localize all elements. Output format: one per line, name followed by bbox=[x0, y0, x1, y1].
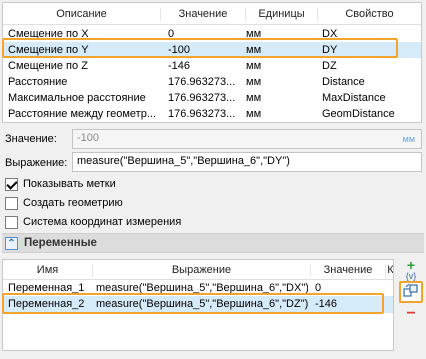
column-header-expression[interactable]: Выражение bbox=[93, 264, 311, 277]
measurement-cs-label: Система координат измерения bbox=[23, 216, 182, 228]
row-highlight-frame bbox=[2, 38, 398, 58]
cell-value: 176.963273... bbox=[168, 76, 236, 88]
value-label: Значение: bbox=[5, 133, 57, 145]
column-header-description[interactable]: Описание bbox=[3, 8, 161, 21]
parameters-table: Описание Значение Единицы Свойство Смеще… bbox=[2, 2, 422, 123]
cell-units: мм bbox=[246, 108, 262, 120]
cell-description: Максимальное расстояние bbox=[8, 92, 146, 104]
create-geometry-label: Создать геометрию bbox=[23, 197, 123, 209]
cell-property: MaxDistance bbox=[322, 92, 386, 104]
cell-value: 176.963273... bbox=[168, 108, 236, 120]
cell-property: Distance bbox=[322, 76, 365, 88]
expression-label: Выражение: bbox=[5, 157, 68, 169]
expression-input[interactable]: measure("Вершина_5","Вершина_6","DY") bbox=[72, 152, 422, 172]
column-header-value[interactable]: Значение bbox=[161, 8, 246, 21]
table-row[interactable]: Расстояние 176.963273... мм Distance bbox=[3, 74, 421, 90]
table-row[interactable]: Расстояние между геометр... 176.963273..… bbox=[3, 106, 421, 122]
variables-section-title: Переменные bbox=[24, 237, 97, 249]
checkbox-box[interactable] bbox=[5, 216, 18, 229]
add-variable-button[interactable]: + {v} bbox=[402, 257, 420, 281]
cell-units: мм bbox=[246, 92, 262, 104]
column-header-k[interactable]: К bbox=[386, 264, 393, 277]
cell-description: Расстояние между геометр... bbox=[8, 108, 157, 120]
minus-icon: − bbox=[406, 305, 416, 322]
variable-icon: {v} bbox=[405, 271, 417, 281]
cell-units: мм bbox=[246, 76, 262, 88]
replace-variable-button[interactable] bbox=[399, 281, 423, 303]
cell-property: DZ bbox=[322, 60, 337, 72]
cell-units: мм bbox=[246, 60, 262, 72]
column-header-value[interactable]: Значение bbox=[311, 264, 386, 277]
variables-section-header[interactable]: ⌃ Переменные bbox=[2, 233, 424, 253]
value-field-text: -100 bbox=[77, 132, 100, 144]
remove-variable-button[interactable]: − bbox=[402, 306, 420, 324]
collapse-icon[interactable]: ⌃ bbox=[5, 237, 18, 250]
cell-value: -146 bbox=[168, 60, 191, 72]
checkbox-box[interactable] bbox=[5, 178, 18, 191]
value-unit: мм bbox=[402, 134, 415, 144]
table-row[interactable]: Максимальное расстояние 176.963273... мм… bbox=[3, 90, 421, 106]
table-row[interactable]: Смещение по Z -146 мм DZ bbox=[3, 58, 421, 74]
variables-table-header: Имя Выражение Значение К bbox=[3, 260, 393, 280]
checkbox-box[interactable] bbox=[5, 197, 18, 210]
show-labels-label: Показывать метки bbox=[23, 178, 116, 190]
value-field: -100 мм bbox=[72, 129, 422, 149]
plus-icon: + bbox=[406, 257, 416, 273]
parameters-table-header: Описание Значение Единицы Свойство bbox=[3, 3, 421, 25]
cell-description: Смещение по Z bbox=[8, 60, 88, 72]
swap-icon bbox=[403, 283, 418, 297]
cell-description: Расстояние bbox=[8, 76, 68, 88]
column-header-property[interactable]: Свойство bbox=[318, 8, 421, 21]
cell-property: GeomDistance bbox=[322, 108, 395, 120]
column-header-units[interactable]: Единицы bbox=[246, 8, 318, 21]
expression-input-text: measure("Вершина_5","Вершина_6","DY") bbox=[77, 155, 290, 167]
row-highlight-frame bbox=[2, 293, 384, 314]
cell-value: 176.963273... bbox=[168, 92, 236, 104]
column-header-name[interactable]: Имя bbox=[3, 264, 93, 277]
